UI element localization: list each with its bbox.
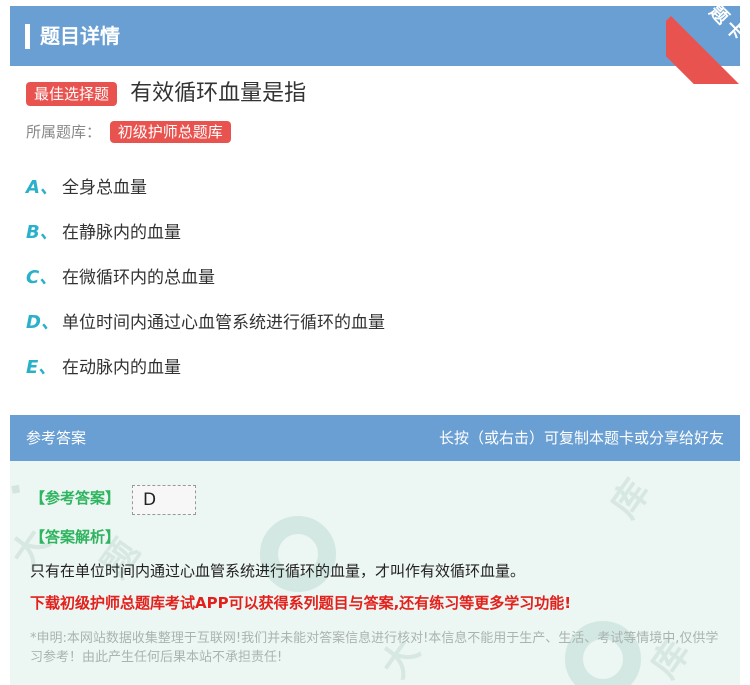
page-header: 题目详情 (10, 6, 740, 66)
answer-section-title: 参考答案 (26, 429, 87, 447)
question-line: 最佳选择题 有效循环血量是指 (26, 80, 306, 110)
option-letter: E、 (26, 357, 57, 378)
disclaimer-text: *申明:本网站数据收集整理于互联网!我们并未能对答案信息进行核对!本信息不能用于… (30, 631, 719, 665)
answer-header: 参考答案 长按（或右击）可复制本题卡或分享给好友 (10, 415, 740, 461)
analysis-label: 【答案解析】 (30, 528, 121, 546)
option-text: 单位时间内通过心血管系统进行循环的血量 (62, 313, 385, 333)
answer-value: D (132, 485, 196, 515)
option-text: 在微循环内的总血量 (62, 268, 215, 288)
option-a[interactable]: A、 全身总血量 (26, 176, 147, 200)
app-promo-link[interactable]: 下载初级护师总题库考试APP可以获得系列题目与答案,还有练习等更多学习功能! (30, 592, 571, 614)
answer-body: 大 题 库 大 库 ◆ 【参考答案】 D 【答案解析】 只有在单位时间内通过心血… (10, 461, 740, 685)
card-ribbon: 题卡 (666, 0, 750, 84)
option-text: 在动脉内的血量 (62, 358, 181, 378)
page-title: 题目详情 (40, 24, 120, 48)
question-text: 有效循环血量是指 (130, 81, 307, 106)
header-accent-bar (25, 24, 30, 49)
option-d[interactable]: D、 单位时间内通过心血管系统进行循环的血量 (26, 311, 385, 335)
answer-label: 【参考答案】 (30, 489, 121, 507)
question-bank-line: 所属题库： 初级护师总题库 (26, 121, 231, 143)
watermark-glyph: 库 (603, 472, 658, 526)
option-letter: D、 (26, 312, 59, 333)
option-letter: C、 (26, 267, 58, 288)
option-c[interactable]: C、 在微循环内的总血量 (26, 266, 215, 290)
analysis-text: 只有在单位时间内通过心血管系统进行循环的血量，才叫作有效循环血量。 (30, 562, 526, 580)
bank-link[interactable]: 初级护师总题库 (109, 121, 231, 143)
bank-label: 所属题库： (26, 123, 102, 141)
option-letter: B、 (26, 222, 58, 243)
share-hint: 长按（或右击）可复制本题卡或分享给好友 (438, 429, 724, 447)
option-letter: A、 (26, 177, 58, 198)
question-type-badge: 最佳选择题 (26, 82, 118, 106)
option-text: 在静脉内的血量 (62, 223, 181, 243)
watermark-mark: ◆ (10, 479, 26, 499)
option-text: 全身总血量 (62, 178, 147, 198)
option-b[interactable]: B、 在静脉内的血量 (26, 221, 181, 245)
option-e[interactable]: E、 在动脉内的血量 (26, 356, 181, 380)
